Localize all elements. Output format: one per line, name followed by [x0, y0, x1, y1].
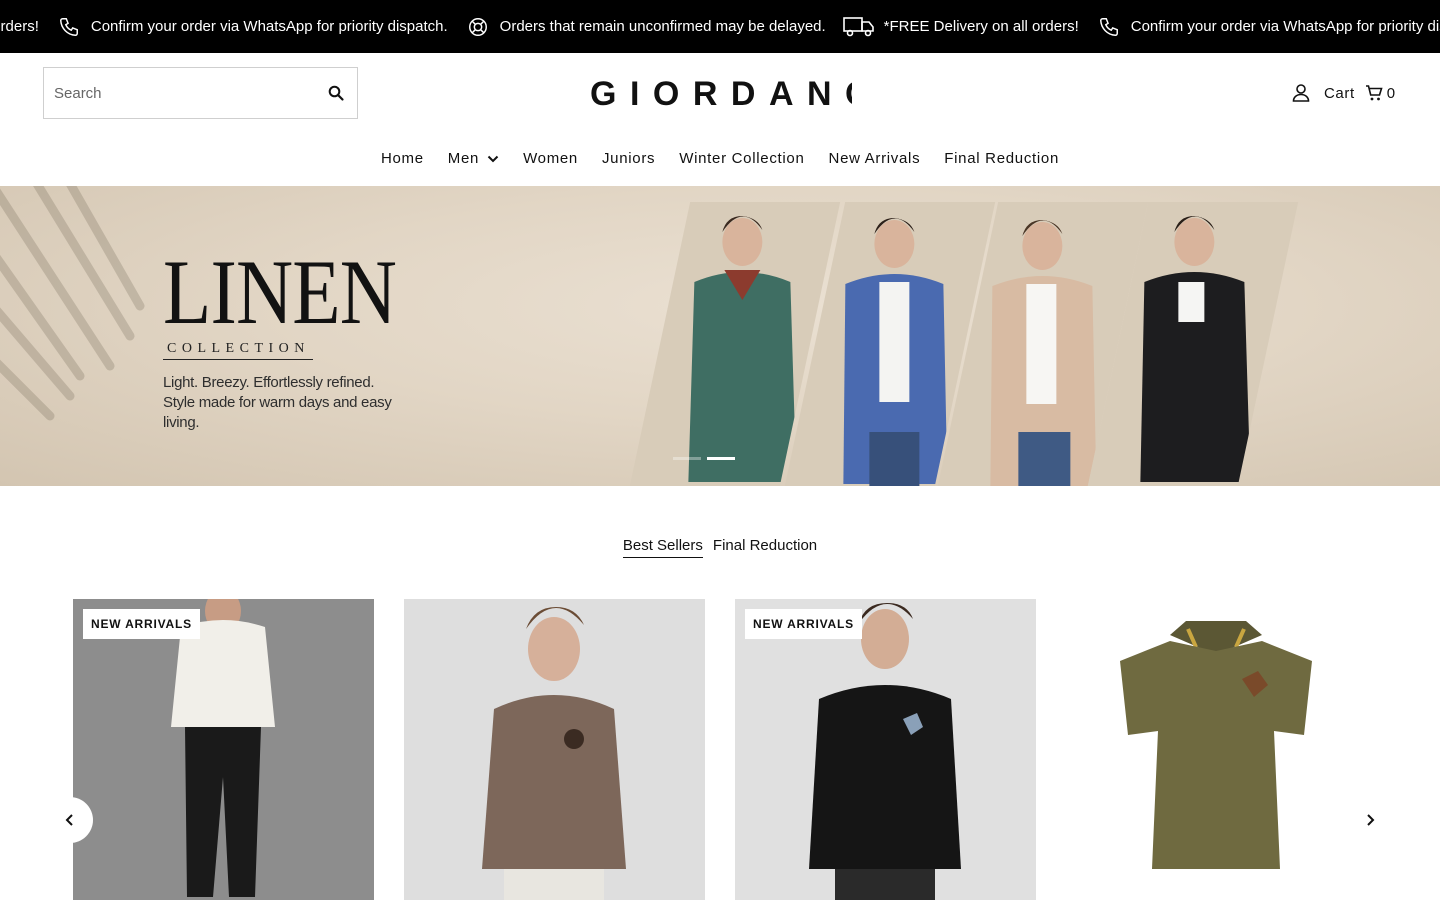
- lifebuoy-icon: [464, 15, 492, 39]
- nav-item-home[interactable]: Home: [381, 150, 424, 167]
- nav-label: Juniors: [601, 150, 656, 167]
- nav-item-winter-collection[interactable]: Winter Collection: [679, 150, 804, 167]
- carousel-prev-button[interactable]: [47, 797, 93, 843]
- nav-item-men[interactable]: Men: [448, 150, 499, 167]
- search-icon[interactable]: [327, 84, 345, 102]
- product-card[interactable]: [1066, 599, 1367, 900]
- announcement-item: all orders!: [0, 18, 39, 35]
- nav-label: New Arrivals: [828, 150, 921, 167]
- truck-icon: [842, 15, 876, 39]
- hero-divider: [163, 359, 313, 360]
- chevron-right-icon: [1367, 814, 1375, 826]
- announcement-text: Confirm your order via WhatsApp for prio…: [90, 18, 448, 35]
- product-image: [1066, 599, 1367, 900]
- product-image: [735, 599, 1036, 900]
- giordano-logo[interactable]: GIORDANO: [590, 74, 872, 113]
- chevron-down-icon: [487, 155, 499, 162]
- tab-best-sellers[interactable]: Best Sellers: [622, 537, 703, 558]
- chevron-left-icon: [65, 814, 73, 826]
- announcement-bar: all orders! Confirm your order via Whats…: [0, 0, 1440, 53]
- phone-icon: [55, 15, 83, 39]
- search-box: [43, 67, 358, 119]
- new-arrivals-badge: NEW ARRIVALS: [745, 609, 862, 639]
- product-card[interactable]: [404, 599, 705, 900]
- product-card[interactable]: NEW ARRIVALS: [73, 599, 374, 900]
- announcement-track: all orders! Confirm your order via Whats…: [0, 0, 1440, 53]
- announcement-text: Confirm your order via WhatsApp for prio…: [1130, 18, 1440, 35]
- announcement-item: Confirm your order via WhatsApp for prio…: [1095, 15, 1440, 39]
- product-image: [73, 599, 374, 900]
- nav-label: Home: [380, 150, 424, 167]
- search-input[interactable]: [44, 68, 304, 118]
- nav-item-final-reduction[interactable]: Final Reduction: [944, 150, 1059, 167]
- product-card[interactable]: NEW ARRIVALS: [735, 599, 1036, 900]
- cart-count: 0: [1386, 84, 1396, 102]
- logo-text: GIORDANO: [590, 75, 852, 112]
- tab-final-reduction[interactable]: Final Reduction: [713, 537, 817, 558]
- main-nav: Home Men Women Juniors Winter Collection…: [0, 150, 1440, 167]
- nav-item-juniors[interactable]: Juniors: [602, 150, 655, 167]
- hero-banner[interactable]: LINEN COLLECTION Light. Breezy. Effortle…: [0, 186, 1440, 486]
- nav-label: Winter Collection: [679, 150, 805, 167]
- new-arrivals-badge: NEW ARRIVALS: [83, 609, 200, 639]
- carousel-next-button[interactable]: [1347, 797, 1393, 843]
- announcement-item: Confirm your order via WhatsApp for prio…: [55, 15, 448, 39]
- hero-title: LINEN: [163, 241, 397, 343]
- nav-item-women[interactable]: Women: [523, 150, 578, 167]
- product-image: [404, 599, 705, 900]
- cart-icon: [1365, 84, 1383, 102]
- phone-icon: [1095, 15, 1123, 39]
- cart-label: Cart: [1324, 84, 1355, 102]
- nav-label: Men: [447, 150, 480, 167]
- nav-item-new-arrivals[interactable]: New Arrivals: [829, 150, 921, 167]
- slider-dot[interactable]: [673, 457, 701, 460]
- announcement-text: *FREE Delivery on all orders!: [883, 18, 1079, 35]
- announcement-text: Orders that remain unconfirmed may be de…: [499, 18, 826, 35]
- account-icon[interactable]: [1290, 82, 1312, 104]
- announcement-item: *FREE Delivery on all orders!: [842, 15, 1079, 39]
- hero-tagline: Light. Breezy. Effortlessly refined. Sty…: [163, 374, 392, 431]
- collection-tabs: Best Sellers Final Reduction: [0, 537, 1440, 558]
- cart-link[interactable]: Cart 0: [1324, 84, 1396, 102]
- nav-label: Final Reduction: [944, 150, 1060, 167]
- hero-subtitle: COLLECTION: [167, 341, 310, 356]
- announcement-item: Orders that remain unconfirmed may be de…: [464, 15, 826, 39]
- slider-dots: [673, 457, 735, 460]
- announcement-text: all orders!: [0, 18, 39, 35]
- nav-label: Women: [523, 150, 578, 167]
- slider-dot-active[interactable]: [707, 457, 735, 460]
